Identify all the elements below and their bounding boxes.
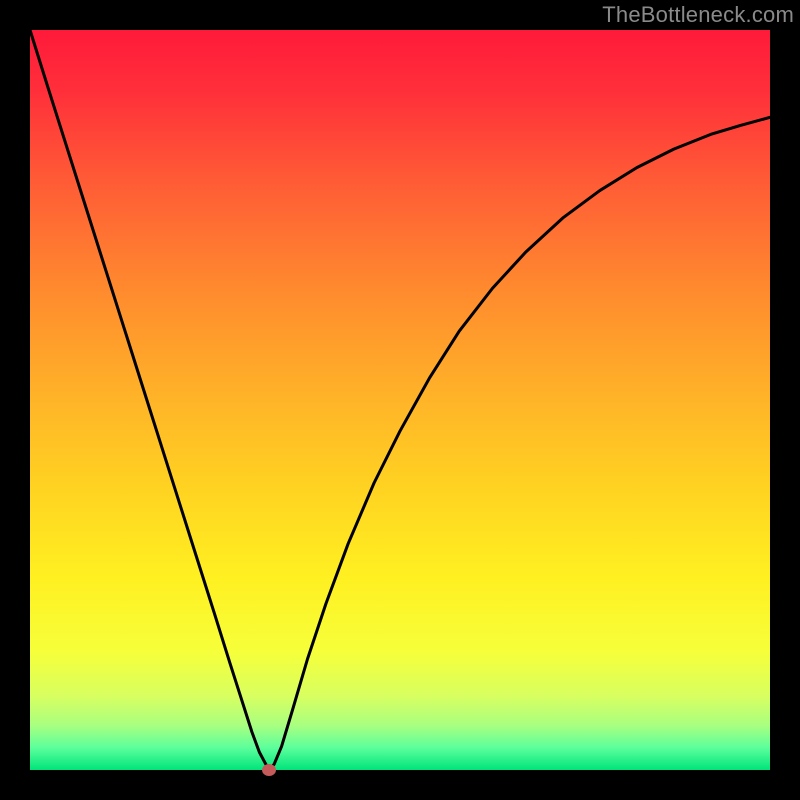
chart-container: TheBottleneck.com: [0, 0, 800, 800]
optimal-point-marker: [262, 764, 276, 776]
watermark-label: TheBottleneck.com: [602, 2, 794, 28]
chart-plot-area: [30, 30, 770, 770]
bottleneck-chart: [0, 0, 800, 800]
